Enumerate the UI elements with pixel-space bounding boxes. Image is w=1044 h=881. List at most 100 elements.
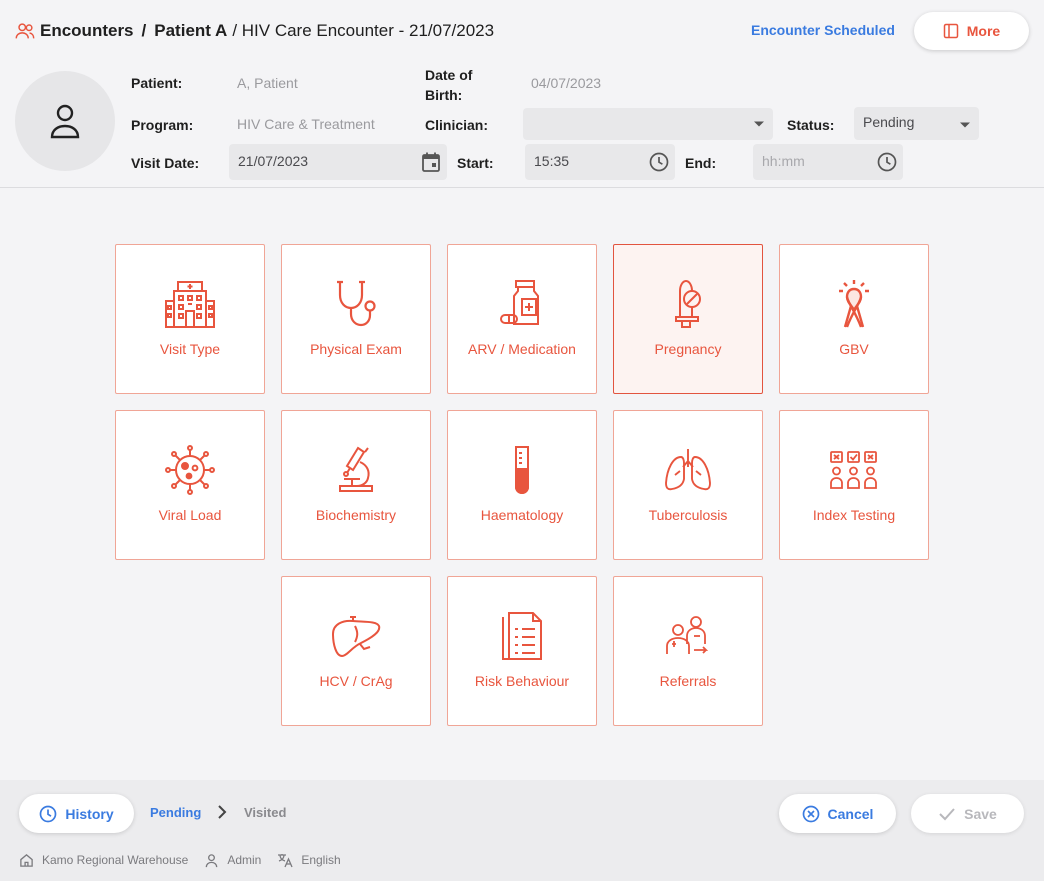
check-icon xyxy=(939,807,955,820)
tile-hcv-crag[interactable]: HCV / CrAg xyxy=(281,576,431,726)
start-label: Start: xyxy=(457,155,494,171)
tile-label: Referrals xyxy=(659,673,717,689)
user-icon xyxy=(206,853,218,867)
tile-label: ARV / Medication xyxy=(468,341,576,357)
history-button[interactable]: History xyxy=(19,794,134,833)
step-pending: Pending xyxy=(150,805,202,820)
home-icon xyxy=(20,853,33,867)
tile-risk-behaviour[interactable]: Risk Behaviour xyxy=(447,576,597,726)
breadcrumb-separator: / xyxy=(141,21,147,40)
stethoscope-icon xyxy=(329,277,383,331)
tile-referrals[interactable]: Referrals xyxy=(613,576,763,726)
clinician-select[interactable] xyxy=(523,108,773,140)
tile-label: Index Testing xyxy=(812,507,896,523)
program-label: Program: xyxy=(131,117,194,133)
people-testing-icon xyxy=(827,443,881,497)
hospital-icon xyxy=(163,277,217,331)
clock-icon[interactable] xyxy=(877,152,897,172)
tile-gbv[interactable]: GBV xyxy=(779,244,929,394)
breadcrumb-encounters-link[interactable]: Encounters xyxy=(40,21,134,41)
tile-label: Haematology xyxy=(480,507,564,523)
chevron-down-icon xyxy=(754,121,764,127)
tile-label: Visit Type xyxy=(159,341,221,357)
start-time-value: 15:35 xyxy=(534,153,570,169)
clock-icon[interactable] xyxy=(649,152,669,172)
visit-date-value: 21/07/2023 xyxy=(238,153,309,169)
dob-label-line1: Date of xyxy=(425,67,473,83)
tile-biochemistry[interactable]: Biochemistry xyxy=(281,410,431,560)
patient-label: Patient: xyxy=(131,75,183,91)
chevron-right-icon xyxy=(218,805,227,819)
status-language: English xyxy=(277,853,341,868)
lungs-icon xyxy=(661,443,715,497)
chevron-down-icon xyxy=(960,122,970,128)
tile-tuberculosis[interactable]: Tuberculosis xyxy=(613,410,763,560)
tile-label: Pregnancy xyxy=(654,341,722,357)
start-time-input[interactable]: 15:35 xyxy=(525,144,675,180)
side-panel-icon xyxy=(943,23,959,39)
language-label: English xyxy=(301,853,341,867)
test-tube-icon xyxy=(495,443,549,497)
status-location: Kamo Regional Warehouse xyxy=(19,853,188,868)
liver-icon xyxy=(329,609,383,663)
status-select[interactable]: Pending xyxy=(854,107,979,140)
user-label: Admin xyxy=(227,853,262,867)
tile-label: Physical Exam xyxy=(310,341,402,357)
translate-icon xyxy=(278,853,293,867)
tile-physical-exam[interactable]: Physical Exam xyxy=(281,244,431,394)
breadcrumb-encounter-title: / HIV Care Encounter - 21/07/2023 xyxy=(232,21,495,40)
visit-date-input[interactable]: 21/07/2023 xyxy=(229,144,447,180)
dob-label: Date of Birth: xyxy=(425,65,472,105)
tile-haematology[interactable]: Haematology xyxy=(447,410,597,560)
tile-label: HCV / CrAg xyxy=(319,673,393,689)
history-button-label: History xyxy=(65,805,114,822)
pregnancy-test-icon xyxy=(661,277,715,331)
clinician-label: Clinician: xyxy=(425,117,489,133)
ribbon-icon xyxy=(827,277,881,331)
clock-icon xyxy=(40,805,57,822)
tile-index-testing[interactable]: Index Testing xyxy=(779,410,929,560)
checklist-icon xyxy=(495,609,549,663)
patient-value: A, Patient xyxy=(237,75,298,91)
virus-icon xyxy=(163,443,217,497)
step-visited: Visited xyxy=(244,805,287,820)
breadcrumb: Encounters / Patient A / HIV Care Encoun… xyxy=(14,19,494,43)
person-icon xyxy=(50,104,80,139)
encounter-header: Encounters / Patient A / HIV Care Encoun… xyxy=(0,0,1044,188)
end-time-placeholder: hh:mm xyxy=(762,153,805,169)
tile-arv-medication[interactable]: ARV / Medication xyxy=(447,244,597,394)
save-button[interactable]: Save xyxy=(911,794,1024,833)
status-bar: Kamo Regional Warehouse Admin English xyxy=(19,851,357,869)
program-value: HIV Care & Treatment xyxy=(237,116,375,132)
end-label: End: xyxy=(685,155,717,171)
visit-date-label: Visit Date: xyxy=(131,155,200,171)
end-time-input[interactable]: hh:mm xyxy=(753,144,903,180)
tile-pregnancy[interactable]: Pregnancy xyxy=(613,244,763,394)
location-label: Kamo Regional Warehouse xyxy=(42,853,189,867)
save-button-label: Save xyxy=(964,805,997,822)
tile-label: GBV xyxy=(839,341,869,357)
people-icon xyxy=(15,23,35,39)
cancel-button[interactable]: Cancel xyxy=(779,794,896,833)
tile-label: Biochemistry xyxy=(315,507,397,523)
more-button-label: More xyxy=(966,23,1001,39)
dob-label-line2: Birth: xyxy=(425,87,463,103)
calendar-icon[interactable] xyxy=(422,152,440,172)
tile-visit-type[interactable]: Visit Type xyxy=(115,244,265,394)
close-circle-icon xyxy=(802,805,819,822)
cancel-button-label: Cancel xyxy=(827,805,874,822)
status-label: Status: xyxy=(787,117,835,133)
more-button[interactable]: More xyxy=(914,12,1029,50)
medication-bottle-icon xyxy=(495,277,549,331)
tile-label: Risk Behaviour xyxy=(474,673,570,689)
tile-label: Tuberculosis xyxy=(648,507,728,523)
avatar xyxy=(15,71,115,171)
referral-icon xyxy=(661,609,715,663)
breadcrumb-patient-link[interactable]: Patient A xyxy=(154,21,227,41)
dob-value: 04/07/2023 xyxy=(531,75,602,91)
status-select-value: Pending xyxy=(863,114,915,130)
status-user: Admin xyxy=(204,853,261,868)
tile-label: Viral Load xyxy=(158,507,222,523)
encounter-status-link[interactable]: Encounter Scheduled xyxy=(751,22,895,38)
tile-viral-load[interactable]: Viral Load xyxy=(115,410,265,560)
